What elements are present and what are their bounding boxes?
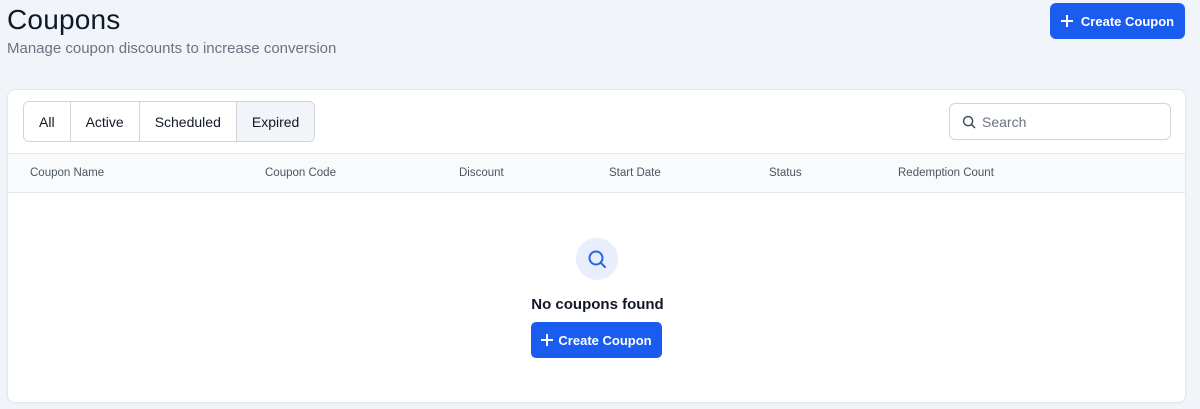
column-header-discount[interactable]: Discount — [459, 167, 504, 179]
tab-expired[interactable]: Expired — [236, 102, 315, 141]
search-icon — [962, 115, 976, 128]
tab-all[interactable]: All — [24, 102, 71, 141]
page-subtitle: Manage coupon discounts to increase conv… — [7, 40, 337, 57]
column-header-coupon-name[interactable]: Coupon Name — [30, 167, 104, 179]
table-header: Coupon Name Coupon Code Discount Start D… — [8, 153, 1185, 193]
empty-state-create-coupon-label: Create Coupon — [558, 332, 652, 348]
search-input[interactable] — [982, 113, 1162, 130]
search-box[interactable] — [949, 103, 1171, 140]
page-title: Coupons — [7, 4, 121, 35]
empty-state-icon — [576, 238, 618, 280]
plus-icon — [1060, 15, 1073, 27]
plus-icon — [541, 334, 554, 346]
empty-state-title: No coupons found — [531, 296, 664, 313]
tab-active[interactable]: Active — [70, 102, 140, 141]
column-header-coupon-code[interactable]: Coupon Code — [265, 167, 336, 179]
tab-scheduled[interactable]: Scheduled — [139, 102, 237, 141]
create-coupon-button-label: Create Coupon — [1080, 13, 1175, 29]
status-filter-tabs: All Active Scheduled Expired — [23, 101, 316, 142]
empty-state-create-coupon-button[interactable]: Create Coupon — [531, 322, 662, 358]
column-header-status[interactable]: Status — [769, 167, 802, 179]
coupons-page: Coupons Manage coupon discounts to incre… — [0, 0, 1200, 409]
column-header-redemption-count[interactable]: Redemption Count — [898, 167, 994, 179]
create-coupon-button[interactable]: Create Coupon — [1050, 3, 1185, 39]
coupons-card: All Active Scheduled Expired Coupon Name… — [7, 89, 1186, 403]
column-header-start-date[interactable]: Start Date — [609, 167, 661, 179]
search-icon — [588, 250, 606, 268]
